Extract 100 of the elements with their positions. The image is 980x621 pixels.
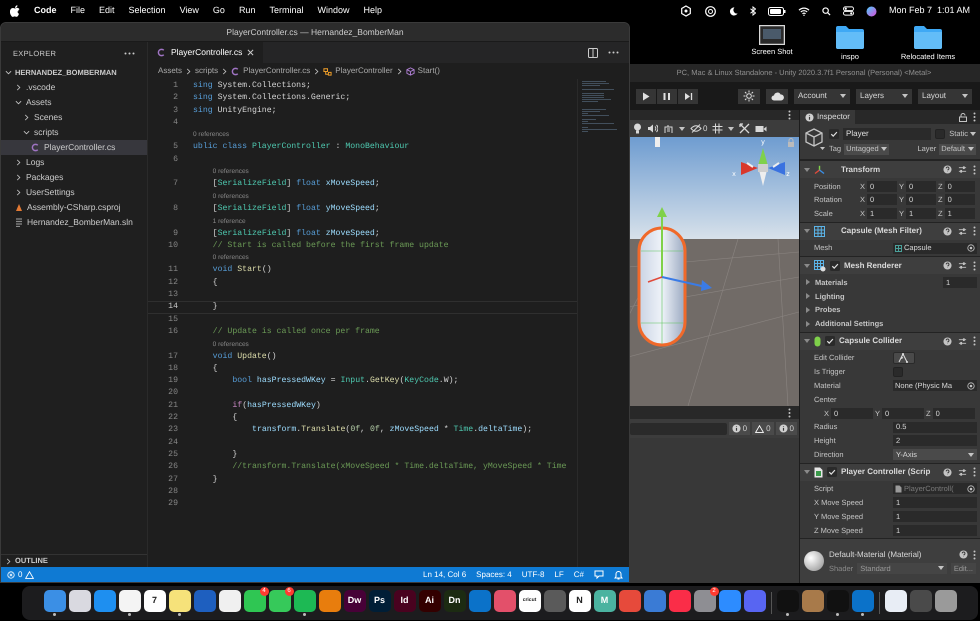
speaker-icon[interactable] [647, 124, 658, 133]
more-icon[interactable] [788, 408, 791, 418]
checkbox[interactable] [825, 336, 835, 346]
status-bar-item[interactable]: UTF-8 [522, 568, 544, 580]
error-count[interactable]: 0 [18, 568, 22, 580]
help-icon[interactable] [943, 165, 952, 174]
more-icon[interactable] [973, 467, 976, 478]
dock-app-icon[interactable]: Dn [444, 590, 466, 612]
dock-app-icon[interactable]: Ps [368, 590, 390, 612]
menu-item[interactable]: Window [317, 4, 350, 18]
playback-button[interactable] [657, 88, 677, 104]
caret-icon[interactable] [679, 126, 685, 130]
dock-app-icon[interactable] [244, 590, 266, 612]
status-bar-item[interactable]: Spaces: 4 [476, 568, 512, 580]
preset-icon[interactable] [958, 165, 967, 174]
console-filter-toggle[interactable]: 0 [728, 422, 750, 435]
fold-arrow-icon[interactable] [804, 228, 810, 234]
dock-app-icon[interactable] [68, 590, 90, 612]
toolbar-button[interactable] [766, 88, 788, 104]
dock-app-icon[interactable]: N [568, 590, 590, 612]
menu-item[interactable]: Selection [128, 4, 166, 18]
tools-icon[interactable] [739, 123, 750, 134]
object-picker-icon[interactable] [967, 244, 975, 252]
dock-app-icon[interactable] [318, 590, 340, 612]
help-icon[interactable] [943, 336, 952, 346]
help-icon[interactable] [943, 226, 952, 236]
breadcrumb-item[interactable]: PlayerController.cs [243, 65, 310, 77]
more-icon[interactable] [973, 550, 976, 560]
more-icon[interactable] [973, 112, 976, 122]
dock-app-icon[interactable]: 7 [144, 590, 166, 612]
control-center-icon[interactable] [842, 6, 854, 16]
warning-icon[interactable] [25, 570, 34, 578]
more-icon[interactable] [973, 164, 976, 174]
explorer-item[interactable]: Hernandez_BomberMan.sln [1, 215, 147, 230]
breadcrumb-item[interactable]: Start() [418, 65, 440, 77]
menu-item[interactable]: View [180, 4, 199, 18]
toolbar-dropdown[interactable]: Account [794, 88, 850, 104]
toolbar-dropdown[interactable]: Layers [856, 88, 912, 104]
explorer-item[interactable]: Logs [1, 155, 147, 170]
menu-item[interactable]: Go [212, 4, 225, 18]
dock-app-icon[interactable] [884, 590, 906, 612]
toolbar-dropdown[interactable]: Layout [918, 88, 972, 104]
menu-item[interactable]: Help [363, 4, 382, 18]
dock-app-icon[interactable] [118, 590, 140, 612]
help-icon[interactable] [943, 261, 952, 270]
siri-icon[interactable] [866, 6, 877, 16]
menu-item[interactable]: Edit [99, 4, 115, 18]
dock-app-icon[interactable]: Dw [344, 590, 366, 612]
checkbox[interactable] [830, 260, 840, 271]
playback-button[interactable] [636, 88, 656, 104]
more-icon[interactable] [608, 51, 619, 54]
preset-icon[interactable] [958, 336, 967, 346]
console-filter-toggle[interactable]: 0 [752, 422, 774, 435]
explorer-item[interactable]: Assembly-CSharp.csproj [1, 200, 147, 215]
fold-arrow-icon[interactable] [804, 166, 810, 172]
light-bulb-icon[interactable] [633, 123, 642, 134]
dock-app-icon[interactable]: Ai [418, 590, 440, 612]
effects-icon[interactable] [663, 124, 674, 134]
playback-button[interactable] [678, 88, 698, 104]
menu-item[interactable]: Run [238, 4, 256, 18]
close-icon[interactable] [247, 49, 254, 56]
caret-icon[interactable] [728, 126, 734, 130]
object-picker-icon[interactable] [967, 382, 975, 390]
split-editor-icon[interactable] [588, 48, 598, 58]
edit-collider-button[interactable] [893, 352, 915, 364]
grid-icon[interactable] [712, 123, 724, 134]
status-bar-item[interactable]: LF [554, 568, 564, 580]
bell-icon[interactable] [614, 570, 623, 580]
help-icon[interactable] [959, 550, 968, 560]
explorer-item[interactable]: Assets [1, 95, 147, 110]
dock-app-icon[interactable] [168, 590, 190, 612]
breadcrumb-item[interactable]: scripts [195, 65, 218, 77]
search-icon[interactable] [822, 6, 831, 16]
dock-app-icon[interactable]: Id [394, 590, 416, 612]
editor-tab[interactable]: PlayerController.cs [148, 42, 264, 63]
fold-arrow-icon[interactable] [804, 338, 810, 344]
more-icon[interactable] [124, 52, 135, 55]
orientation-gizmo-icon[interactable] [741, 148, 785, 186]
more-icon[interactable] [973, 336, 976, 346]
console-filter-toggle[interactable]: 0 [776, 422, 797, 435]
menu-item[interactable]: File [70, 4, 86, 18]
help-icon[interactable] [943, 468, 952, 477]
console-search-field[interactable] [630, 422, 727, 434]
status-bar-item[interactable]: C# [574, 568, 584, 580]
explorer-item[interactable]: Packages [1, 170, 147, 185]
fold-arrow-icon[interactable] [804, 469, 810, 476]
menu-item[interactable]: Terminal [269, 4, 304, 18]
checkbox[interactable] [827, 467, 837, 478]
preset-icon[interactable] [958, 468, 967, 477]
inspector-tab[interactable]: Inspector [800, 110, 855, 124]
moon-icon[interactable] [728, 6, 738, 16]
eye-off-icon[interactable] [690, 124, 702, 133]
battery-icon[interactable] [768, 6, 786, 16]
folder-icon[interactable] [913, 25, 943, 50]
dock-app-icon[interactable] [294, 590, 316, 612]
more-icon[interactable] [973, 260, 976, 271]
toolbar-button[interactable] [738, 88, 760, 104]
menu-item[interactable]: Code [34, 4, 56, 18]
explorer-item[interactable]: PlayerController.cs [1, 140, 147, 155]
explorer-item[interactable]: UserSettings [1, 185, 147, 200]
